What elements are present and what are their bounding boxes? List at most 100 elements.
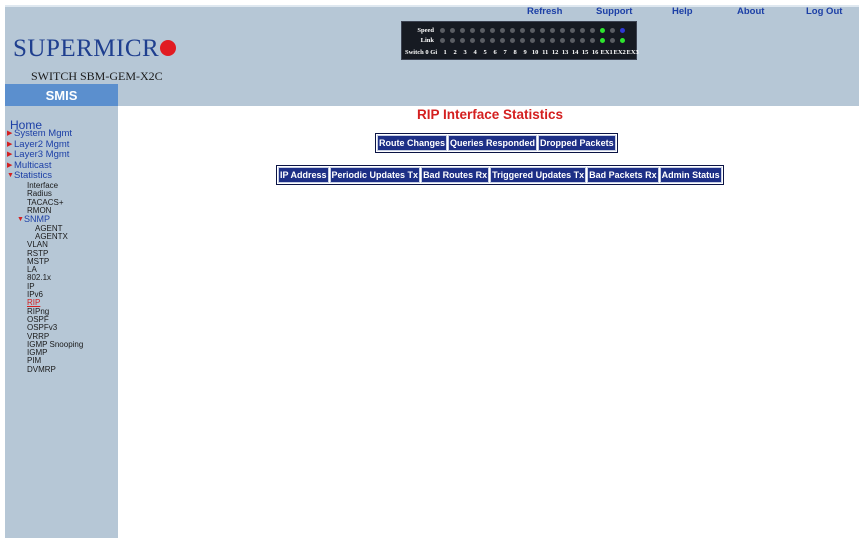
- snmp-submenu: AGENT AGENTX: [7, 224, 117, 242]
- sidebar-item-tacacs[interactable]: TACACS+: [7, 198, 117, 207]
- expand-arrow-icon: ▶: [7, 161, 13, 169]
- speed-led-icon: [539, 27, 545, 33]
- logo-text: SUPERMICR: [13, 35, 160, 62]
- collapse-arrow-icon: ▼: [7, 172, 14, 180]
- sidebar-item-system-mgmt[interactable]: ▶ System Mgmt: [7, 128, 117, 140]
- sidebar-item-igmp[interactable]: IGMP: [7, 348, 117, 357]
- rip-interface-table: IP Address Periodic Updates Tx Bad Routes …: [276, 165, 724, 185]
- sidebar: Home ▶ System Mgmt ▶ Layer2 Mgmt ▶ Layer…: [5, 106, 118, 538]
- statistics-submenu: Interface Radius TACACS+ RMON: [7, 181, 117, 215]
- about-link[interactable]: About: [737, 6, 764, 17]
- link-led-icon: [449, 37, 455, 43]
- link-led-icon: [609, 37, 615, 43]
- sidebar-item-ospf[interactable]: OSPF: [7, 315, 117, 324]
- speed-led-icon: [599, 27, 605, 33]
- link-led-icon: [489, 37, 495, 43]
- speed-led-icon: [489, 27, 495, 33]
- speed-led-icon: [479, 27, 485, 33]
- speed-led-icon: [579, 27, 585, 33]
- link-led-icon: [519, 37, 525, 43]
- sidebar-item-ip[interactable]: IP: [7, 282, 117, 291]
- port-number: 6: [493, 49, 497, 56]
- sidebar-item-igmp-snooping[interactable]: IGMP Snooping: [7, 340, 117, 349]
- sidebar-item-ipv6[interactable]: IPv6: [7, 290, 117, 299]
- speed-led-icon: [529, 27, 535, 33]
- top-navigation: Refresh Support Help About Log Out: [0, 6, 859, 20]
- port-number: 13: [561, 49, 569, 56]
- ext-port-number: EX2: [613, 49, 626, 56]
- speed-row: Speed: [404, 25, 627, 35]
- link-led-icon: [479, 37, 485, 43]
- sidebar-item-rstp[interactable]: RSTP: [7, 249, 117, 258]
- link-led-icon: [539, 37, 545, 43]
- sidebar-item-pim[interactable]: PIM: [7, 357, 117, 366]
- speed-led-icon: [499, 27, 505, 33]
- switch-model-label: SWITCH SBM-GEM-X2C: [31, 69, 163, 83]
- column-header-bad-packets-rx: Bad Packets Rx: [587, 167, 659, 183]
- switch-label: Switch 0 Gi: [405, 49, 438, 56]
- table-header-row: IP Address Periodic Updates Tx Bad Routes …: [278, 167, 722, 183]
- statistics-submenu-continued: VLAN RSTP MSTP LA 802.1x IP IPv6 RIP RIPng OSPF OS…: [7, 240, 117, 374]
- port-number: 1: [443, 49, 447, 56]
- port-number: 2: [453, 49, 457, 56]
- sidebar-item-ripng[interactable]: RIPng: [7, 307, 117, 316]
- port-number-row: Switch 0 Gi 1 2 3 4 5 6 7 8 9 10 11 12 13 14 15 16 EX1 EX…: [405, 49, 639, 56]
- port-number: 16: [591, 49, 599, 56]
- column-header-triggered-updates-tx: Triggered Updates Tx: [490, 167, 587, 183]
- speed-led-icon: [449, 27, 455, 33]
- link-label: Link: [420, 36, 434, 44]
- speed-led-icon: [519, 27, 525, 33]
- speed-led-icon: [619, 27, 625, 33]
- speed-led-icon: [589, 27, 595, 33]
- sidebar-item-agentx[interactable]: AGENTX: [7, 232, 117, 241]
- expand-arrow-icon: ▶: [7, 130, 13, 137]
- port-number: 7: [503, 49, 507, 56]
- column-header-ip-address: IP Address: [278, 167, 329, 183]
- sidebar-item-label: System Mgmt: [14, 128, 73, 139]
- sidebar-item-mstp[interactable]: MSTP: [7, 257, 117, 266]
- port-number: 12: [551, 49, 559, 56]
- speed-led-icon: [439, 27, 445, 33]
- sidebar-item-dvmrp[interactable]: DVMRP: [7, 365, 117, 374]
- speed-led-icon: [559, 27, 565, 33]
- link-led-icon: [549, 37, 555, 43]
- sidebar-item-802-1x[interactable]: 802.1x: [7, 274, 117, 283]
- port-number: 8: [513, 49, 517, 56]
- header-banner: SUPERMICR SWITCH SBM-GEM-X2C Speed Link …: [5, 5, 859, 106]
- link-led-icon: [559, 37, 565, 43]
- speed-led-icon: [609, 27, 615, 33]
- support-link[interactable]: Support: [596, 6, 632, 17]
- column-header-admin-status: Admin Status: [659, 167, 722, 183]
- speed-led-icon: [509, 27, 515, 33]
- speed-leds: [437, 27, 627, 33]
- sidebar-menu: ▶ System Mgmt ▶ Layer2 Mgmt ▶ Layer3 Mgm…: [7, 128, 117, 374]
- refresh-link[interactable]: Refresh: [527, 6, 562, 17]
- speed-led-icon: [459, 27, 465, 33]
- sidebar-item-interface[interactable]: Interface: [7, 181, 117, 190]
- column-header-periodic-updates-tx: Periodic Updates Tx: [329, 167, 421, 183]
- sidebar-item-rip[interactable]: RIP: [7, 299, 117, 308]
- supermicro-logo: SUPERMICR: [13, 35, 177, 63]
- expand-arrow-icon: ▶: [7, 140, 13, 148]
- link-led-icon: [469, 37, 475, 43]
- port-status-panel: Speed Link Switch 0 Gi 1 2 3 4 5 6 7 8 9 10 11 12 13…: [401, 21, 639, 60]
- speed-led-icon: [469, 27, 475, 33]
- logout-link[interactable]: Log Out: [806, 6, 842, 17]
- rip-summary-table: Route Changes Queries Responded Dropped Pa…: [375, 133, 618, 153]
- expand-arrow-icon: ▶: [7, 151, 13, 159]
- link-led-icon: [499, 37, 505, 43]
- sidebar-item-statistics[interactable]: ▼ Statistics: [7, 171, 117, 182]
- sidebar-item-la[interactable]: LA: [7, 265, 117, 274]
- speed-led-icon: [569, 27, 575, 33]
- smis-tab[interactable]: SMIS: [5, 84, 118, 106]
- column-header-bad-routes-rx: Bad Routes Rx: [421, 167, 490, 183]
- port-number: 10: [531, 49, 539, 56]
- port-number: 3: [463, 49, 467, 56]
- page-title: RIP Interface Statistics: [416, 107, 564, 122]
- sidebar-item-ospfv3[interactable]: OSPFv3: [7, 323, 117, 332]
- logo-dot-icon: [160, 40, 177, 56]
- port-number: 9: [523, 49, 527, 56]
- sidebar-item-vlan[interactable]: VLAN: [7, 240, 117, 249]
- help-link[interactable]: Help: [672, 6, 693, 17]
- port-number: 11: [542, 49, 549, 56]
